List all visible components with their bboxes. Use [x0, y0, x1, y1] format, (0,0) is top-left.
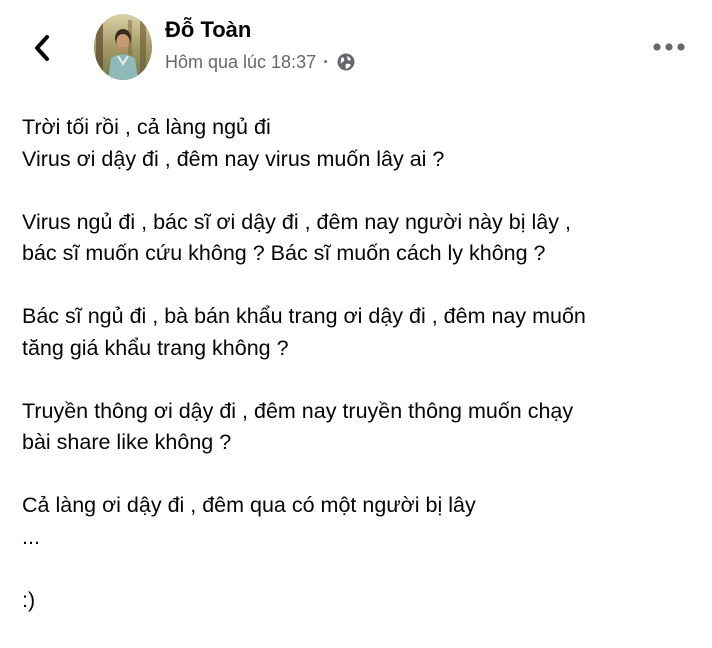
text-line: Truyền thông ơi dậy đi , đêm nay truyền … [22, 398, 574, 423]
author-name[interactable]: Đỗ Toàn [165, 16, 251, 44]
avatar[interactable] [94, 14, 152, 80]
text-line: Virus ơi dậy đi , đêm nay virus muốn lây… [22, 146, 445, 171]
text-line: bác sĩ muốn cứu không ? Bác sĩ muốn cách… [22, 241, 546, 265]
globe-icon[interactable] [336, 52, 356, 72]
meta-separator: · [323, 51, 330, 72]
text-line: ... [22, 524, 40, 549]
text-line: bài share like không ? [22, 430, 232, 454]
text-line: Cả làng ơi dậy đi , đêm qua có một người… [22, 493, 476, 517]
paragraph: Cả làng ơi dậy đi , đêm qua có một người… [22, 490, 692, 553]
paragraph: :) [22, 585, 692, 617]
text-line: tăng giá khẩu trang không ? [22, 335, 289, 360]
timestamp[interactable]: Hôm qua lúc 18:37 [165, 52, 316, 73]
more-horizontal-icon [653, 43, 685, 51]
paragraph: Trời tối rồi , cả làng ngủ đi Virus ơi d… [22, 112, 692, 175]
text-line: Trời tối rồi , cả làng ngủ đi [22, 115, 271, 139]
text-line: :) [22, 587, 36, 612]
post-header: Đỗ Toàn Hôm qua lúc 18:37 · [0, 0, 712, 90]
text-line: Virus ngủ đi , bác sĩ ơi dậy đi , đêm na… [22, 209, 571, 234]
more-options-button[interactable] [648, 34, 690, 60]
text-line: Bác sĩ ngủ đi , bà bán khẩu trang ơi dậy… [22, 304, 586, 328]
post-meta: Hôm qua lúc 18:37 · [165, 50, 356, 74]
paragraph: Virus ngủ đi , bác sĩ ơi dậy đi , đêm na… [22, 207, 692, 270]
chevron-left-icon [35, 35, 49, 61]
post-text: Trời tối rồi , cả làng ngủ đi Virus ơi d… [22, 112, 692, 648]
paragraph: Truyền thông ơi dậy đi , đêm nay truyền … [22, 396, 692, 459]
back-button[interactable] [24, 28, 60, 68]
paragraph: Bác sĩ ngủ đi , bà bán khẩu trang ơi dậy… [22, 301, 692, 364]
